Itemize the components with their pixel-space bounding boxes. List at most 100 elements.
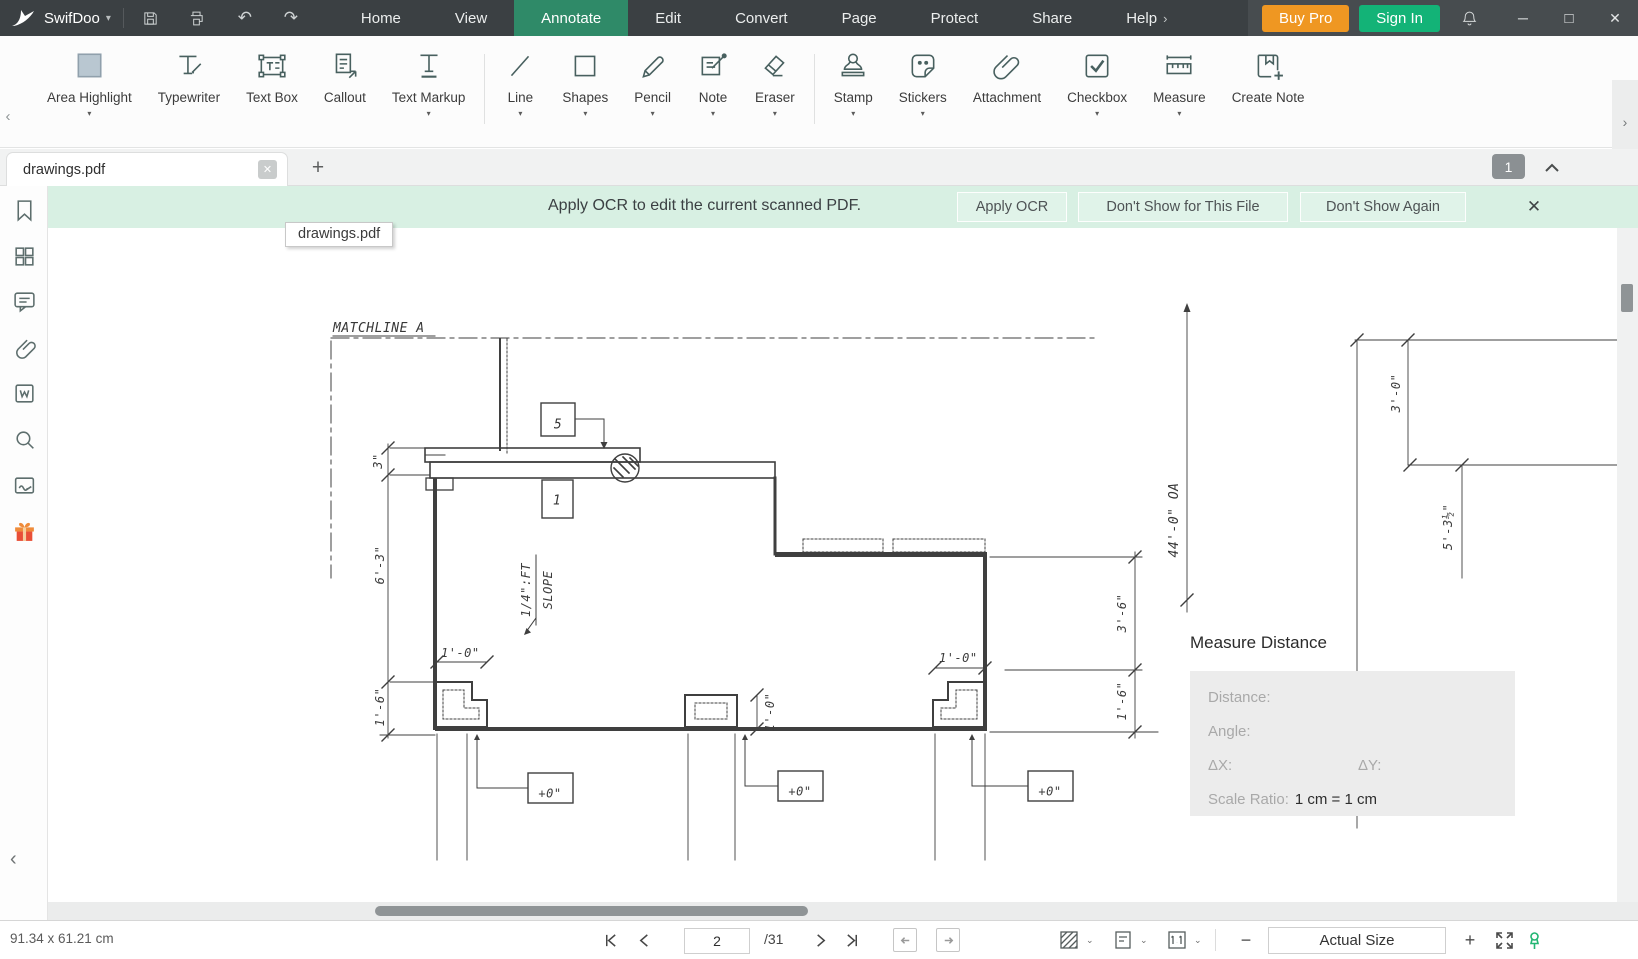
toolbar-divider <box>814 54 815 124</box>
menu-protect[interactable]: Protect <box>904 0 1006 36</box>
dim-1-0-middle: 1'-0" <box>763 693 777 732</box>
dropdown-caret-icon[interactable]: ▾ <box>583 110 587 118</box>
pdf-page[interactable]: MATCHLINE A 5 1 3" 6'-3" 1'-6" 1'-0" 1'-… <box>48 228 1617 902</box>
window-close-button[interactable]: ✕ <box>1592 10 1638 27</box>
callout-icon <box>329 50 361 82</box>
tool-typewriter[interactable]: Typewriter ▾ <box>145 36 233 118</box>
zoom-in-button[interactable]: + <box>1458 928 1482 952</box>
tool-stamp[interactable]: Stamp ▾ <box>821 36 886 118</box>
tool-callout[interactable]: Callout ▾ <box>311 36 379 118</box>
thumbnails-icon[interactable] <box>12 244 37 269</box>
tool-stickers[interactable]: Stickers ▾ <box>886 36 960 118</box>
dropdown-caret-icon[interactable]: ▾ <box>427 110 431 118</box>
menu-page[interactable]: Page <box>815 0 904 36</box>
menu-overflow-chevron-icon[interactable]: › <box>1161 0 1169 36</box>
tool-pencil[interactable]: Pencil ▾ <box>621 36 684 118</box>
dropdown-caret-icon[interactable]: ▾ <box>1095 110 1099 118</box>
buy-pro-button[interactable]: Buy Pro <box>1262 5 1349 32</box>
measure-panel-body: Distance: Angle: ΔX: ΔY: Scale Ratio:1 c… <box>1190 671 1515 816</box>
window-minimize-button[interactable]: ─ <box>1500 10 1546 27</box>
previous-page-icon[interactable] <box>632 928 656 952</box>
dropdown-caret-icon[interactable]: ▾ <box>651 110 655 118</box>
menu-home[interactable]: Home <box>334 0 428 36</box>
search-icon[interactable] <box>12 427 37 452</box>
print-icon[interactable] <box>180 0 214 36</box>
menu-convert[interactable]: Convert <box>708 0 815 36</box>
view-back-icon[interactable] <box>893 928 917 952</box>
dropdown-caret-icon[interactable]: ▾ <box>87 110 91 118</box>
actual-ratio-icon[interactable] <box>1166 929 1188 951</box>
dropdown-caret-icon[interactable]: ▾ <box>851 110 855 118</box>
dropdown-caret-icon[interactable]: ⌄ <box>1086 935 1094 946</box>
horizontal-scrollbar-track[interactable] <box>48 902 1638 920</box>
page-layout-icon[interactable] <box>1112 929 1134 951</box>
vertical-scrollbar[interactable] <box>1621 284 1633 312</box>
save-icon[interactable] <box>134 0 168 36</box>
tool-create-note[interactable]: Create Note ▾ <box>1219 36 1318 118</box>
tool-note[interactable]: Note ▾ <box>684 36 742 118</box>
tool-area-highlight[interactable]: Area Highlight ▾ <box>34 36 145 118</box>
page-background-icon[interactable] <box>1058 929 1080 951</box>
tool-measure[interactable]: Measure ▾ <box>1140 36 1219 118</box>
dim-3in: 3" <box>371 453 385 469</box>
bookmark-icon[interactable] <box>12 198 37 223</box>
new-tab-button[interactable]: + <box>305 154 331 182</box>
page-number-input[interactable] <box>684 928 750 954</box>
window-maximize-button[interactable]: □ <box>1546 10 1592 27</box>
last-page-icon[interactable] <box>840 928 864 952</box>
dropdown-caret-icon[interactable]: ▾ <box>921 110 925 118</box>
next-page-icon[interactable] <box>808 928 832 952</box>
menu-annotate[interactable]: Annotate <box>514 0 628 36</box>
fullscreen-icon[interactable] <box>1492 928 1516 952</box>
slope-label: SLOPE <box>541 570 555 609</box>
sidebar-collapse-chevron-icon[interactable]: ‹ <box>10 848 17 871</box>
tool-text-markup[interactable]: Text Markup ▾ <box>379 36 479 118</box>
sign-in-button[interactable]: Sign In <box>1359 5 1440 32</box>
dropdown-caret-icon[interactable]: ▾ <box>518 110 522 118</box>
distance-label: Distance: <box>1208 689 1271 706</box>
tool-text-box[interactable]: Text Box ▾ <box>233 36 311 118</box>
dropdown-caret-icon[interactable]: ▾ <box>711 110 715 118</box>
apply-ocr-button[interactable]: Apply OCR <box>957 192 1067 222</box>
tool-eraser[interactable]: Eraser ▾ <box>742 36 808 118</box>
undo-icon[interactable]: ↶ <box>228 0 262 36</box>
filename-tooltip: drawings.pdf <box>285 222 393 247</box>
notification-bell-icon[interactable] <box>1454 0 1484 36</box>
toolbar-scroll-left-icon[interactable]: ‹ <box>0 94 16 138</box>
horizontal-scrollbar[interactable] <box>375 906 808 916</box>
dropdown-caret-icon[interactable]: ⌄ <box>1140 935 1148 946</box>
view-forward-icon[interactable] <box>936 928 960 952</box>
dropdown-caret-icon[interactable]: ⌄ <box>1194 935 1202 946</box>
scale-ratio-label: Scale Ratio: <box>1208 791 1289 808</box>
tool-shapes[interactable]: Shapes ▾ <box>549 36 621 118</box>
redo-icon[interactable]: ↷ <box>274 0 308 36</box>
tool-checkbox[interactable]: Checkbox ▾ <box>1054 36 1140 118</box>
app-menu-caret-icon[interactable]: ▾ <box>106 13 111 24</box>
banner-close-icon[interactable]: ✕ <box>1522 195 1546 219</box>
tool-line[interactable]: Line ▾ <box>491 36 549 118</box>
comment-icon[interactable] <box>12 289 37 314</box>
menu-view[interactable]: View <box>428 0 514 36</box>
app-name: SwifDoo <box>44 10 100 27</box>
pin-icon[interactable] <box>1522 928 1546 952</box>
dim-3-6: 3'-6" <box>1115 594 1129 634</box>
signature-icon[interactable] <box>12 473 37 498</box>
tool-attachment[interactable]: Attachment ▾ <box>960 36 1054 118</box>
document-tab[interactable]: drawings.pdf ✕ <box>6 152 288 186</box>
dropdown-caret-icon[interactable]: ▾ <box>1177 110 1181 118</box>
gift-icon[interactable] <box>12 518 37 543</box>
zoom-level-select[interactable]: Actual Size <box>1268 927 1446 954</box>
first-page-icon[interactable] <box>598 928 622 952</box>
menu-edit[interactable]: Edit <box>628 0 708 36</box>
watermark-icon[interactable] <box>12 381 37 406</box>
zoom-out-button[interactable]: − <box>1234 928 1258 952</box>
collapse-toolbar-chevron-icon[interactable] <box>1540 156 1564 178</box>
tab-close-icon[interactable]: ✕ <box>258 160 277 179</box>
page-size-label: 91.34 x 61.21 cm <box>10 931 114 946</box>
dropdown-caret-icon[interactable]: ▾ <box>773 110 777 118</box>
dont-show-for-file-button[interactable]: Don't Show for This File <box>1078 192 1288 222</box>
menu-share[interactable]: Share <box>1005 0 1099 36</box>
paperclip-icon[interactable] <box>12 335 37 360</box>
menu-help[interactable]: Help <box>1099 0 1161 36</box>
dont-show-again-button[interactable]: Don't Show Again <box>1300 192 1466 222</box>
